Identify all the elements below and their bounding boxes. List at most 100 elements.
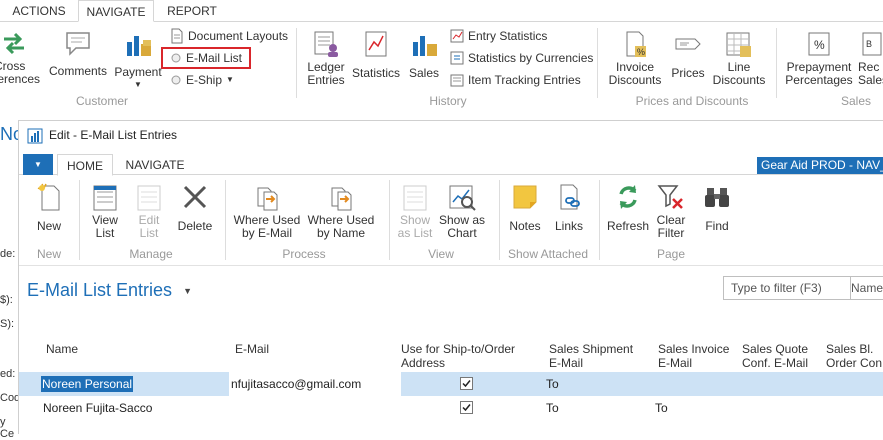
sales-icon <box>413 36 437 56</box>
row-name-value: Noreen Personal <box>41 376 134 392</box>
invoice-discount-icon: % <box>626 31 646 57</box>
where-used-by-email-button[interactable]: Where Used by E-Mail <box>231 182 303 240</box>
view-list-label: View List <box>92 213 118 240</box>
svg-text:%: % <box>637 47 645 57</box>
tab-report[interactable]: REPORT <box>154 0 230 22</box>
where-used-icon <box>257 187 278 211</box>
group-show-attached-label: Show Attached <box>507 247 589 261</box>
page-title-text: E-Mail List Entries <box>27 280 173 300</box>
statistics-button[interactable]: Statistics <box>350 30 402 80</box>
item-tracking-icon <box>450 74 464 87</box>
chevron-down-icon: ▼ <box>34 160 42 169</box>
edit-list-button[interactable]: Edit List <box>129 182 169 240</box>
payment-icon <box>127 36 151 56</box>
price-tag-icon <box>675 38 701 50</box>
comments-button[interactable]: Comments <box>46 30 110 78</box>
table-row[interactable]: Noreen Personal nfujitasacco@gmail.com T… <box>19 372 883 396</box>
use-for-ship-to-checkbox[interactable] <box>460 377 473 390</box>
delete-button[interactable]: Delete <box>173 182 217 233</box>
e-ship-button[interactable]: E-Ship ▼ <box>170 71 234 89</box>
background-field-fragment: y Ce <box>0 416 15 440</box>
show-as-chart-button[interactable]: Show as Chart <box>437 182 487 240</box>
view-list-button[interactable]: View List <box>85 182 125 240</box>
use-for-ship-to-checkbox[interactable] <box>460 401 473 414</box>
ledger-entries-button[interactable]: Ledger Entries <box>302 30 350 87</box>
company-name-badge: Gear Aid PROD - NAV_C <box>757 157 883 174</box>
rec-sales-icon: B <box>862 32 882 56</box>
notes-button[interactable]: Notes <box>505 182 545 233</box>
column-header-email[interactable]: E-Mail <box>235 342 269 356</box>
line-discounts-button[interactable]: Line Discounts <box>710 30 768 87</box>
dynamics-logo-icon <box>27 128 43 144</box>
links-label: Links <box>554 219 583 233</box>
table-row[interactable]: Noreen Fujita-Sacco To To <box>19 396 883 420</box>
entry-statistics-icon <box>450 29 464 43</box>
line-discounts-label: Line Discounts <box>712 60 766 87</box>
prepayment-icon: % <box>808 32 830 56</box>
column-header-sales-bl-order[interactable]: Sales Bl. Order Con. <box>826 342 883 370</box>
row-sales-invoice-cell[interactable]: To <box>655 396 668 420</box>
tab-navigate[interactable]: NAVIGATE <box>78 0 154 22</box>
payment-button[interactable]: Payment ▼ <box>112 30 164 91</box>
new-document-icon <box>37 183 60 211</box>
find-button[interactable]: Find <box>697 182 737 233</box>
chart-icon <box>449 185 476 211</box>
row-sales-shipment-cell[interactable]: To <box>546 396 559 420</box>
comment-icon <box>66 32 90 56</box>
refresh-icon <box>619 185 637 209</box>
background-field-fragment: $): <box>0 294 13 306</box>
where-used-by-name-button[interactable]: Where Used by Name <box>305 182 377 240</box>
tab-navigate[interactable]: NAVIGATE <box>115 154 195 176</box>
prices-button[interactable]: Prices <box>668 30 708 80</box>
column-header-sales-quote[interactable]: Sales Quote Conf. E-Mail <box>742 342 808 370</box>
statistics-chart-icon <box>365 31 387 57</box>
where-used-by-email-label: Where Used by E-Mail <box>233 213 301 240</box>
invoice-discounts-button[interactable]: % Invoice Discounts <box>604 30 666 87</box>
ledger-icon <box>314 31 338 57</box>
prepayment-percentages-button[interactable]: % Prepayment Percentages <box>782 30 856 87</box>
group-customer-label: Customer <box>75 94 128 108</box>
statistics-by-currencies-label: Statistics by Currencies <box>468 51 594 65</box>
email-list-button[interactable]: E-Mail List <box>170 49 242 67</box>
row-email-cell[interactable]: nfujitasacco@gmail.com <box>229 372 401 396</box>
clear-filter-label: Clear Filter <box>656 213 686 240</box>
entry-statistics-button[interactable]: Entry Statistics <box>450 27 547 45</box>
background-tab-bar: ACTIONS NAVIGATE REPORT <box>0 0 883 22</box>
invoice-discounts-label: Invoice Discounts <box>608 60 662 87</box>
notes-label: Notes <box>509 219 541 233</box>
column-header-name[interactable]: Name <box>46 342 78 356</box>
refresh-button[interactable]: Refresh <box>605 182 651 233</box>
column-header-use-for-ship-to[interactable]: Use for Ship-to/Order Address <box>401 342 515 370</box>
sales-button[interactable]: Sales <box>404 30 444 80</box>
document-layouts-button[interactable]: Document Layouts <box>170 27 288 45</box>
show-as-list-label: Show as List <box>397 213 433 240</box>
row-name-cell[interactable]: Noreen Fujita-Sacco <box>43 396 152 420</box>
new-button[interactable]: New <box>29 182 69 233</box>
rec-sales-button[interactable]: B Rec Sales <box>858 30 883 87</box>
document-layouts-label: Document Layouts <box>188 29 289 43</box>
delete-x-icon <box>183 185 207 209</box>
filter-input[interactable]: Type to filter (F3) <box>723 276 851 300</box>
chevron-down-icon[interactable]: ▼ <box>183 286 192 296</box>
rec-sales-label: Rec Sales <box>858 60 883 87</box>
filter-column-select[interactable]: Name <box>845 276 883 300</box>
chevron-down-icon: ▼ <box>226 75 234 84</box>
group-sales-label: Sales <box>840 94 872 108</box>
column-header-sales-shipment[interactable]: Sales Shipment E-Mail <box>549 342 633 370</box>
tab-actions[interactable]: ACTIONS <box>0 0 78 22</box>
statistics-by-currencies-button[interactable]: Statistics by Currencies <box>450 49 593 67</box>
clear-filter-button[interactable]: Clear Filter <box>651 182 691 240</box>
row-sales-shipment-cell[interactable]: To <box>546 372 559 396</box>
cross-references-button[interactable]: Cross ferences <box>0 30 44 86</box>
tab-home[interactable]: HOME <box>57 154 113 176</box>
links-button[interactable]: Links <box>549 182 589 233</box>
column-header-sales-invoice[interactable]: Sales Invoice E-Mail <box>658 342 729 370</box>
view-list-icon <box>93 185 117 211</box>
application-menu-button[interactable]: ▼ <box>23 154 53 175</box>
ribbon-separator <box>79 180 80 260</box>
item-tracking-entries-button[interactable]: Item Tracking Entries <box>450 71 581 89</box>
group-history-label: History <box>429 94 467 108</box>
row-name-cell[interactable]: Noreen Personal <box>41 372 134 396</box>
background-form-strip: No de: $): S): ed: Cod y Ce <box>0 110 23 440</box>
show-as-list-button[interactable]: Show as List <box>395 182 435 240</box>
